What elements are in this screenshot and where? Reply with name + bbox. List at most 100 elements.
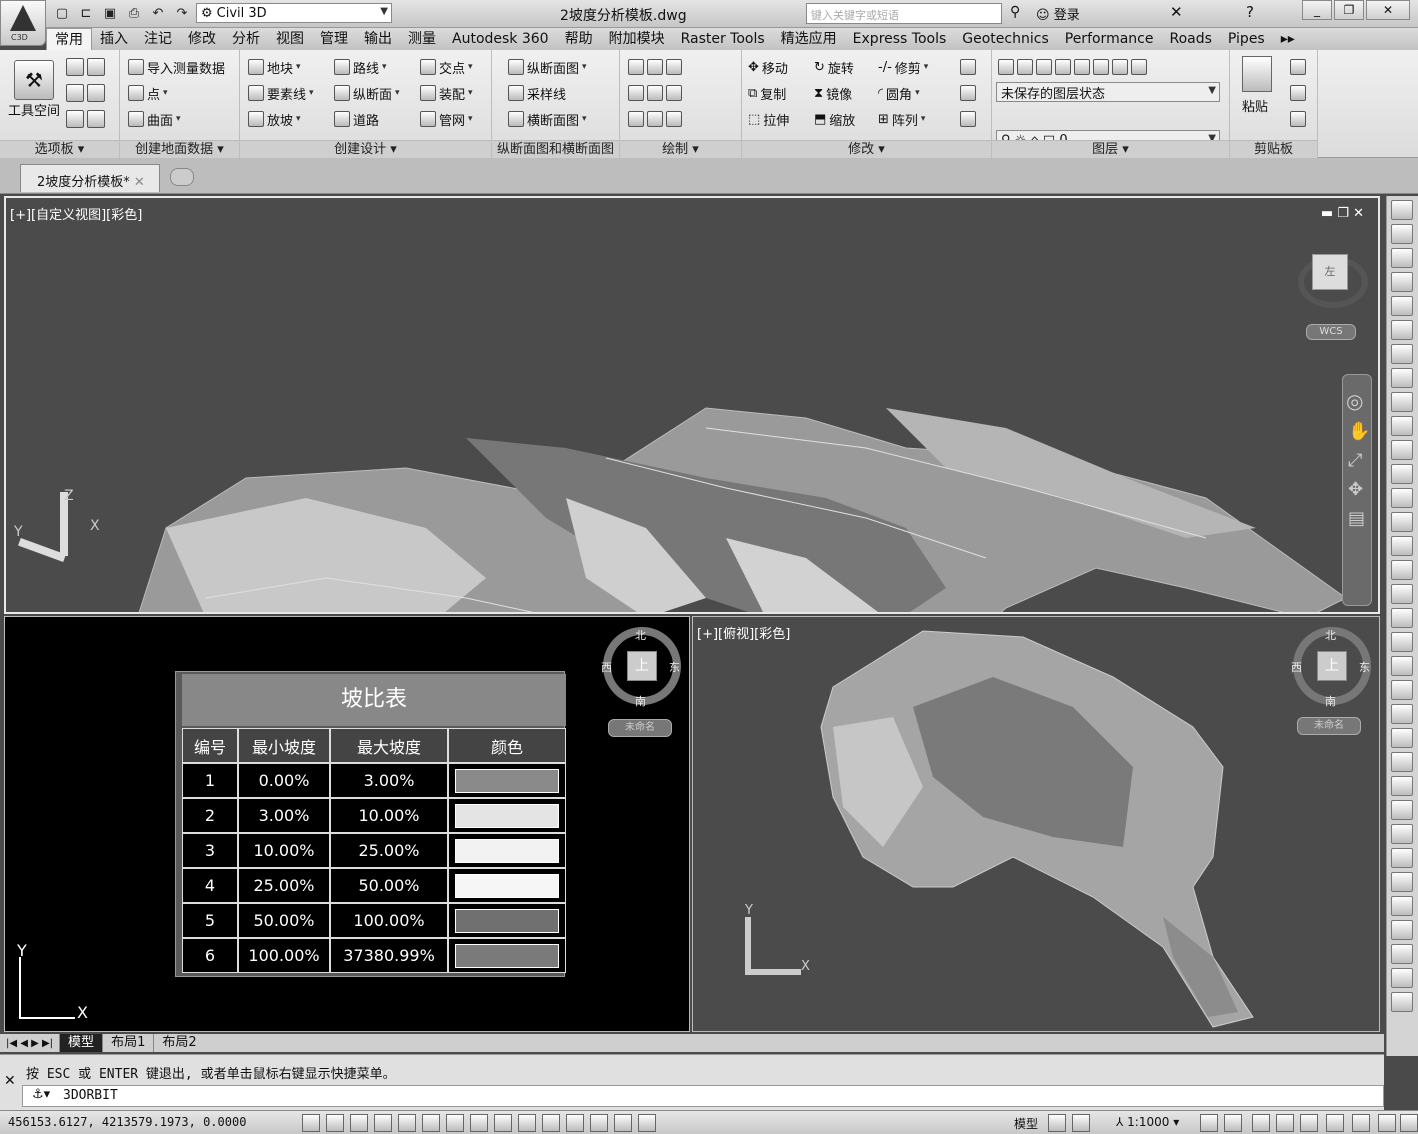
right-tool-icon[interactable] bbox=[1391, 848, 1413, 868]
right-tool-icon[interactable] bbox=[1391, 536, 1413, 556]
help-icon[interactable]: ? bbox=[1246, 3, 1254, 21]
panel-footer-ground[interactable]: 创建地面数据 ▾ bbox=[120, 140, 239, 158]
right-tool-icon[interactable] bbox=[1391, 704, 1413, 724]
tab-geotechnics[interactable]: Geotechnics bbox=[954, 28, 1056, 50]
right-tool-icon[interactable] bbox=[1391, 488, 1413, 508]
status-toggle-icon[interactable] bbox=[1072, 1114, 1090, 1132]
right-tool-icon[interactable] bbox=[1391, 440, 1413, 460]
status-toggle-icon[interactable] bbox=[590, 1114, 608, 1132]
layer-icon-3[interactable] bbox=[1036, 59, 1052, 75]
status-toggle-icon[interactable] bbox=[614, 1114, 632, 1132]
right-tool-icon[interactable] bbox=[1391, 392, 1413, 412]
more-tabs-icon[interactable]: ▸▸ bbox=[1273, 28, 1303, 50]
explode-icon[interactable] bbox=[960, 85, 976, 101]
status-toggle-icon[interactable] bbox=[1252, 1114, 1270, 1132]
spline-icon[interactable] bbox=[628, 111, 644, 127]
right-tool-icon[interactable] bbox=[1391, 680, 1413, 700]
status-toggle-icon[interactable] bbox=[1200, 1114, 1218, 1132]
surface-button[interactable]: 曲面 ▾ bbox=[128, 108, 181, 130]
print-icon[interactable]: ⎙ bbox=[124, 3, 144, 23]
binoculars-icon[interactable]: ⚲ bbox=[1010, 4, 1020, 20]
right-tool-icon[interactable] bbox=[1391, 968, 1413, 988]
document-tab[interactable]: 2坡度分析模板* ✕ bbox=[20, 164, 160, 192]
right-tool-icon[interactable] bbox=[1391, 464, 1413, 484]
coordinate-readout[interactable]: 456153.6127, 4213579.1973, 0.0000 bbox=[8, 1115, 246, 1129]
tab-analyze[interactable]: 分析 bbox=[224, 28, 268, 50]
undo-icon[interactable]: ↶ bbox=[148, 3, 168, 23]
close-command-icon[interactable]: ✕ bbox=[4, 1073, 16, 1089]
rectangle-icon[interactable] bbox=[666, 85, 682, 101]
tab-home[interactable]: 常用 bbox=[46, 28, 92, 50]
tab-performance[interactable]: Performance bbox=[1057, 28, 1162, 50]
parcel-button[interactable]: 地块 ▾ bbox=[248, 56, 301, 78]
right-tool-icon[interactable] bbox=[1391, 776, 1413, 796]
ucs-menu[interactable]: 未命名 bbox=[608, 719, 672, 737]
right-tool-icon[interactable] bbox=[1391, 344, 1413, 364]
status-toggle-icon[interactable] bbox=[518, 1114, 536, 1132]
layer-properties-icon[interactable] bbox=[998, 59, 1014, 75]
annotation-scale[interactable]: ⅄ 1:1000 ▾ bbox=[1116, 1115, 1179, 1129]
palette-icon-2[interactable] bbox=[87, 58, 105, 76]
tab-annotate[interactable]: 注记 bbox=[136, 28, 180, 50]
panel-footer-layers[interactable]: 图层 ▾ bbox=[992, 140, 1229, 158]
array-button[interactable]: ⊞ 阵列 ▾ bbox=[878, 108, 925, 130]
right-tool-icon[interactable] bbox=[1391, 896, 1413, 916]
viewcube-top-face[interactable]: 上 bbox=[1317, 651, 1347, 681]
status-toggle-icon[interactable] bbox=[1326, 1114, 1344, 1132]
right-tool-icon[interactable] bbox=[1391, 560, 1413, 580]
tab-modify[interactable]: 修改 bbox=[180, 28, 224, 50]
palette-icon-4[interactable] bbox=[87, 84, 105, 102]
offset-icon[interactable] bbox=[960, 111, 976, 127]
corridor-button[interactable]: 道路 bbox=[334, 108, 379, 130]
hatch-icon[interactable] bbox=[666, 111, 682, 127]
login-button[interactable]: ☺ 登录 bbox=[1036, 4, 1080, 23]
right-tool-icon[interactable] bbox=[1391, 224, 1413, 244]
toolspace-button[interactable]: ⚒ bbox=[14, 60, 54, 100]
layout-tab-model[interactable]: 模型 bbox=[59, 1034, 103, 1052]
status-toggle-icon[interactable] bbox=[1048, 1114, 1066, 1132]
maximize-button[interactable]: ❐ bbox=[1334, 0, 1364, 20]
right-tool-icon[interactable] bbox=[1391, 872, 1413, 892]
point-style-icon[interactable] bbox=[628, 85, 644, 101]
move-button[interactable]: ✥ 移动 bbox=[748, 56, 788, 78]
right-tool-icon[interactable] bbox=[1391, 800, 1413, 820]
points-button[interactable]: 点 ▾ bbox=[128, 82, 168, 104]
right-tool-icon[interactable] bbox=[1391, 608, 1413, 628]
status-toggle-icon[interactable] bbox=[566, 1114, 584, 1132]
workspace-select[interactable]: ⚙ Civil 3D ▼ bbox=[196, 3, 392, 23]
viewport-3d-custom[interactable]: [+][自定义视图][彩色] ▬ ❐ ✕ Z Y X 左 WCS ◎ ✋ ⤢ ✥… bbox=[4, 196, 1380, 614]
tab-output[interactable]: 输出 bbox=[356, 28, 400, 50]
save-icon[interactable]: ▣ bbox=[100, 3, 120, 23]
sectionview-button[interactable]: 横断面图 ▾ bbox=[508, 108, 587, 130]
scale-button[interactable]: ⬒ 缩放 bbox=[814, 108, 855, 130]
featureline-button[interactable]: 要素线 ▾ bbox=[248, 82, 314, 104]
right-tool-icon[interactable] bbox=[1391, 632, 1413, 652]
cut-icon[interactable] bbox=[1290, 59, 1306, 75]
zoom-extents-icon[interactable]: ⤢ bbox=[1348, 450, 1366, 471]
tab-pipes[interactable]: Pipes bbox=[1220, 28, 1273, 50]
pipenetwork-button[interactable]: 管网 ▾ bbox=[420, 108, 473, 130]
status-toggle-icon[interactable] bbox=[470, 1114, 488, 1132]
tab-view[interactable]: 视图 bbox=[268, 28, 312, 50]
panel-footer-modify[interactable]: 修改 ▾ bbox=[742, 140, 991, 158]
tab-addins[interactable]: 附加模块 bbox=[601, 28, 673, 50]
right-tool-icon[interactable] bbox=[1391, 416, 1413, 436]
right-tool-icon[interactable] bbox=[1391, 584, 1413, 604]
trim-button[interactable]: -/- 修剪 ▾ bbox=[878, 56, 928, 78]
right-tool-icon[interactable] bbox=[1391, 728, 1413, 748]
right-tool-icon[interactable] bbox=[1391, 512, 1413, 532]
layer-state-select[interactable]: 未保存的图层状态 ▼ bbox=[996, 82, 1220, 102]
layer-icon-6[interactable] bbox=[1093, 59, 1109, 75]
new-tab-button[interactable] bbox=[170, 168, 194, 186]
right-tool-icon[interactable] bbox=[1391, 272, 1413, 292]
tab-navigation-icon[interactable]: |◀ ◀ ▶ ▶| bbox=[0, 1038, 59, 1049]
paste-icon[interactable] bbox=[1242, 56, 1272, 92]
viewcube[interactable]: 左 bbox=[1312, 254, 1348, 290]
right-tool-icon[interactable] bbox=[1391, 200, 1413, 220]
status-toggle-icon[interactable] bbox=[302, 1114, 320, 1132]
status-toggle-icon[interactable] bbox=[374, 1114, 392, 1132]
palette-icon-1[interactable] bbox=[66, 58, 84, 76]
profile-button[interactable]: 纵断面 ▾ bbox=[334, 82, 400, 104]
layer-icon-7[interactable] bbox=[1112, 59, 1128, 75]
match-properties-icon[interactable] bbox=[1290, 111, 1306, 127]
